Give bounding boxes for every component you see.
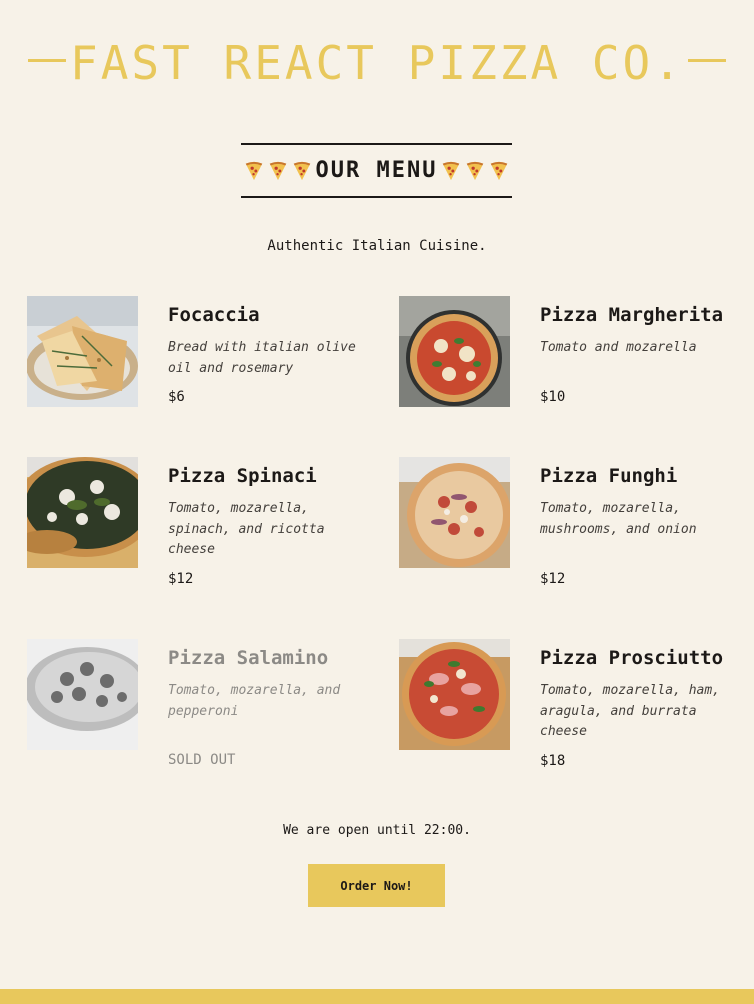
menu-item-description: Tomato, mozarella, spinach, and ricotta … bbox=[168, 501, 325, 557]
opening-hours-note: We are open until 22:00. bbox=[283, 823, 471, 838]
menu-item-description: Tomato, mozarella, mushrooms, and onion bbox=[540, 501, 697, 537]
menu-item-name: Pizza Salamino bbox=[168, 647, 329, 669]
menu-item-description: Tomato and mozarella bbox=[540, 340, 697, 355]
pizza-slice-icon bbox=[293, 161, 310, 180]
focaccia-photo bbox=[27, 296, 138, 407]
menu-item-price: $10 bbox=[540, 389, 566, 405]
header-rule-right bbox=[688, 59, 726, 62]
menu-item-price: $18 bbox=[540, 753, 566, 769]
menu-item-price: $6 bbox=[168, 389, 185, 405]
pizza-margherita-photo bbox=[399, 296, 510, 407]
pizza-slice-icon bbox=[491, 161, 508, 180]
menu-item-name: Pizza Spinaci bbox=[168, 465, 317, 487]
menu-title: OUR MENU bbox=[315, 158, 438, 183]
menu-title-banner: OUR MENU bbox=[241, 143, 512, 198]
site-header: FAST REACT PIZZA CO. bbox=[0, 35, 754, 91]
pizza-slice-icon bbox=[269, 161, 286, 180]
menu-item-margherita: Pizza Margherita Tomato and mozarella $1… bbox=[399, 296, 749, 426]
menu-item-funghi: Pizza Funghi Tomato, mozarella, mushroom… bbox=[399, 457, 749, 587]
pizza-icons-left bbox=[242, 160, 314, 182]
sold-out-badge: SOLD OUT bbox=[168, 752, 236, 768]
menu-item-focaccia: Focaccia Bread with italian olive oil an… bbox=[27, 296, 377, 426]
pizza-icons-right bbox=[439, 160, 511, 182]
pizza-prosciutto-photo bbox=[399, 639, 510, 750]
menu-item-name: Pizza Funghi bbox=[540, 465, 678, 487]
menu-item-description: Tomato, mozarella, and pepperoni bbox=[168, 683, 341, 719]
menu-item-name: Pizza Prosciutto bbox=[540, 647, 724, 669]
menu-item-spinaci: Pizza Spinaci Tomato, mozarella, spinach… bbox=[27, 457, 377, 587]
menu-item-price: $12 bbox=[168, 571, 194, 587]
menu-item-name: Pizza Margherita bbox=[540, 304, 724, 326]
menu-item-description: Bread with italian olive oil and rosemar… bbox=[168, 340, 356, 376]
pizza-slice-icon bbox=[245, 161, 262, 180]
pizza-slice-icon bbox=[443, 161, 460, 180]
pizza-funghi-photo bbox=[399, 457, 510, 568]
order-now-button[interactable]: Order Now! bbox=[308, 864, 445, 907]
menu-item-description: Tomato, mozarella, ham, aragula, and bur… bbox=[540, 683, 721, 739]
pizza-spinaci-photo bbox=[27, 457, 138, 568]
pizza-salamino-photo bbox=[27, 639, 138, 750]
menu-tagline: Authentic Italian Cuisine. bbox=[267, 238, 487, 254]
bottom-accent-bar bbox=[0, 989, 754, 1004]
site-title: FAST REACT PIZZA CO. bbox=[70, 36, 684, 90]
menu-item-price: $12 bbox=[540, 571, 566, 587]
menu-item-name: Focaccia bbox=[168, 304, 260, 326]
menu-item-salamino: Pizza Salamino Tomato, mozarella, and pe… bbox=[27, 639, 377, 769]
menu-item-prosciutto: Pizza Prosciutto Tomato, mozarella, ham,… bbox=[399, 639, 749, 769]
pizza-slice-icon bbox=[467, 161, 484, 180]
